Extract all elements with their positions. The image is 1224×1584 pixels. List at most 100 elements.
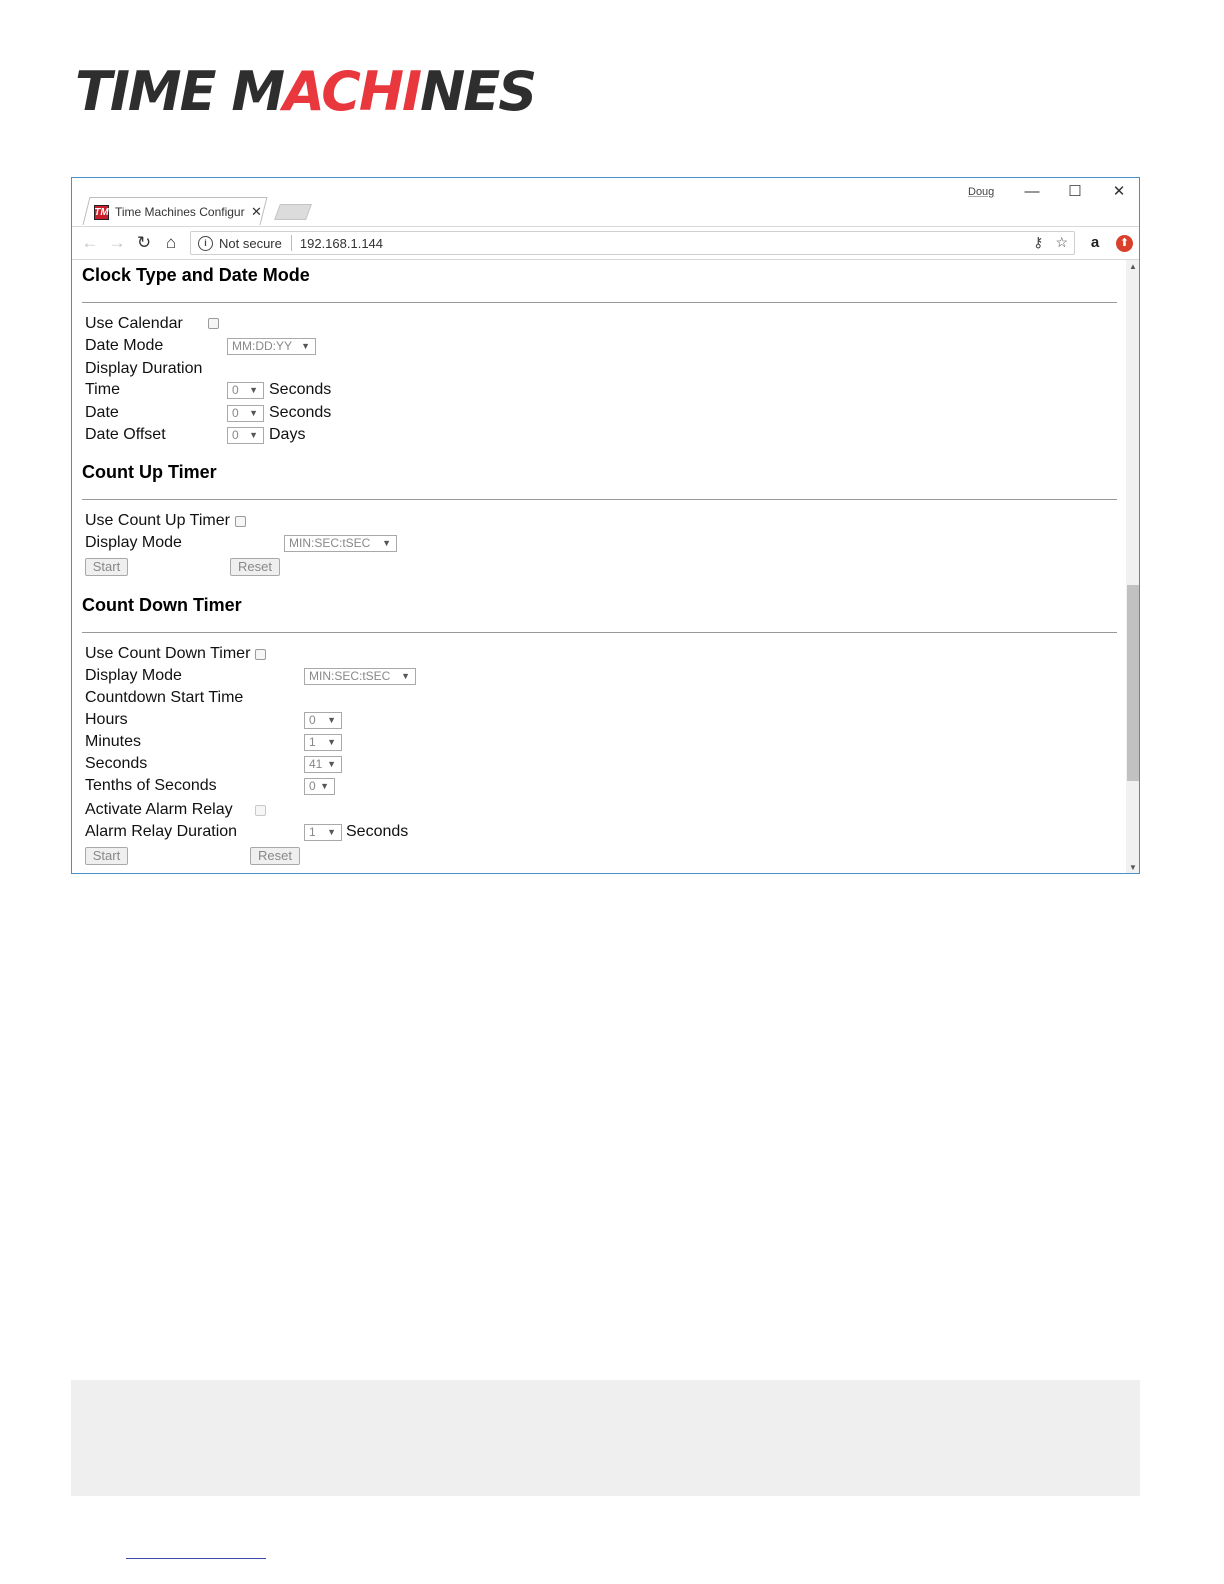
seconds-label: Seconds [85, 755, 148, 772]
scroll-down-icon[interactable]: ▼ [1126, 863, 1139, 872]
chevron-down-icon: ▼ [327, 759, 336, 769]
date-mode-label: Date Mode [85, 337, 164, 354]
count-up-reset-button[interactable]: Reset [230, 558, 280, 576]
display-duration-label: Display Duration [85, 360, 203, 377]
count-down-title: Count Down Timer [82, 595, 242, 615]
clock-section-title: Clock Type and Date Mode [82, 265, 310, 285]
amazon-extension-icon[interactable]: a [1086, 233, 1104, 253]
count-up-display-mode-value: MIN:SEC:tSEC [289, 536, 371, 550]
time-label: Time [85, 381, 120, 398]
date-offset-unit: Days [269, 426, 306, 443]
browser-window: TM Time Machines Configura ✕ Doug — ☐ ✕ … [71, 177, 1140, 874]
tab-title: Time Machines Configura [115, 205, 245, 219]
security-status[interactable]: Not secure [219, 236, 282, 251]
alarm-duration-unit: Seconds [346, 823, 409, 840]
use-count-up-checkbox[interactable] [235, 516, 246, 527]
seconds-value: 41 [309, 757, 323, 771]
date-unit: Seconds [269, 404, 332, 421]
minutes-value: 1 [309, 735, 316, 749]
count-down-display-mode-select[interactable]: MIN:SEC:tSEC ▼ [304, 668, 416, 685]
forward-icon[interactable]: → [107, 233, 127, 253]
count-down-reset-button[interactable]: Reset [250, 847, 300, 865]
use-count-up-label: Use Count Up Timer [85, 512, 230, 529]
use-calendar-label: Use Calendar [85, 315, 183, 332]
info-icon[interactable]: i [198, 235, 213, 251]
count-up-display-mode-select[interactable]: MIN:SEC:tSEC ▼ [284, 535, 397, 552]
close-window-icon[interactable]: ✕ [1104, 181, 1134, 203]
logo-text-part2: ACHI [283, 60, 422, 123]
vertical-scrollbar[interactable]: ▲ ▼ [1126, 260, 1139, 873]
date-offset-select[interactable]: 0 ▼ [227, 427, 264, 444]
count-up-start-button[interactable]: Start [85, 558, 128, 576]
tenths-value: 0 [309, 779, 316, 793]
footer-band [71, 1380, 1140, 1496]
address-separator [290, 235, 292, 251]
chevron-down-icon: ▼ [401, 671, 410, 681]
browser-toolbar: ← → ↻ ⌂ i Not secure 192.168.1.144 ⚷ ☆ a… [72, 226, 1139, 260]
time-select-value: 0 [232, 383, 239, 397]
upload-extension-icon[interactable]: ⬆ [1116, 235, 1133, 252]
page-content: Clock Type and Date Mode Use Calendar Da… [72, 260, 1126, 873]
date-mode-value: MM:DD:YY [232, 339, 292, 353]
home-icon[interactable]: ⌂ [161, 233, 181, 253]
section-divider [82, 302, 1117, 303]
address-bar[interactable]: i Not secure 192.168.1.144 ⚷ ☆ [190, 231, 1075, 255]
chevron-down-icon: ▼ [327, 737, 336, 747]
new-tab-button[interactable] [274, 204, 312, 220]
use-count-down-checkbox[interactable] [255, 649, 266, 660]
tenths-select[interactable]: 0 ▼ [304, 778, 335, 795]
count-up-display-mode-label: Display Mode [85, 534, 182, 551]
date-label: Date [85, 404, 119, 421]
time-select[interactable]: 0 ▼ [227, 382, 264, 399]
seconds-select[interactable]: 41 ▼ [304, 756, 342, 773]
footer-link-underline [126, 1558, 266, 1559]
count-down-display-mode-value: MIN:SEC:tSEC [309, 669, 391, 683]
star-icon[interactable]: ☆ [1055, 234, 1068, 251]
chevron-down-icon: ▼ [249, 385, 258, 395]
tab-close-icon[interactable]: ✕ [251, 204, 262, 220]
address-bar-actions: ⚷ ☆ [1033, 234, 1068, 251]
browser-tab-content[interactable]: TM Time Machines Configura ✕ [94, 200, 264, 224]
logo-text-part1: TIME M [75, 60, 285, 123]
reload-icon[interactable]: ↻ [134, 233, 154, 253]
activate-alarm-checkbox[interactable] [255, 805, 266, 816]
use-calendar-checkbox[interactable] [208, 318, 219, 329]
time-unit: Seconds [269, 381, 332, 398]
minimize-icon[interactable]: — [1017, 181, 1047, 203]
date-mode-select[interactable]: MM:DD:YY ▼ [227, 338, 316, 355]
chevron-down-icon: ▼ [382, 538, 391, 548]
date-select[interactable]: 0 ▼ [227, 405, 264, 422]
countdown-start-time-label: Countdown Start Time [85, 689, 244, 706]
alarm-duration-label: Alarm Relay Duration [85, 823, 238, 840]
url-text[interactable]: 192.168.1.144 [300, 236, 383, 251]
profile-name[interactable]: Doug [968, 186, 994, 198]
count-up-title: Count Up Timer [82, 462, 217, 482]
count-down-display-mode-label: Display Mode [85, 667, 182, 684]
scrollbar-thumb[interactable] [1127, 585, 1139, 781]
hours-select[interactable]: 0 ▼ [304, 712, 342, 729]
minutes-label: Minutes [85, 733, 142, 750]
maximize-icon[interactable]: ☐ [1060, 181, 1090, 203]
section-divider [82, 632, 1117, 633]
hours-value: 0 [309, 713, 316, 727]
hours-label: Hours [85, 711, 128, 728]
tab-favicon-icon: TM [94, 204, 109, 220]
chevron-down-icon: ▼ [249, 430, 258, 440]
date-offset-label: Date Offset [85, 426, 166, 443]
scroll-up-icon[interactable]: ▲ [1126, 262, 1139, 271]
date-select-value: 0 [232, 406, 239, 420]
activate-alarm-label: Activate Alarm Relay [85, 801, 233, 818]
logo-text-part3: NES [420, 60, 537, 123]
chevron-down-icon: ▼ [320, 781, 329, 791]
chevron-down-icon: ▼ [327, 715, 336, 725]
alarm-duration-select[interactable]: 1 ▼ [304, 824, 342, 841]
tenths-label: Tenths of Seconds [85, 777, 217, 794]
back-icon[interactable]: ← [80, 233, 100, 253]
chevron-down-icon: ▼ [249, 408, 258, 418]
minutes-select[interactable]: 1 ▼ [304, 734, 342, 751]
count-down-start-button[interactable]: Start [85, 847, 128, 865]
time-machines-logo: TIME MACHINES [75, 60, 537, 123]
section-divider [82, 499, 1117, 500]
chevron-down-icon: ▼ [327, 827, 336, 837]
key-icon[interactable]: ⚷ [1033, 234, 1043, 251]
